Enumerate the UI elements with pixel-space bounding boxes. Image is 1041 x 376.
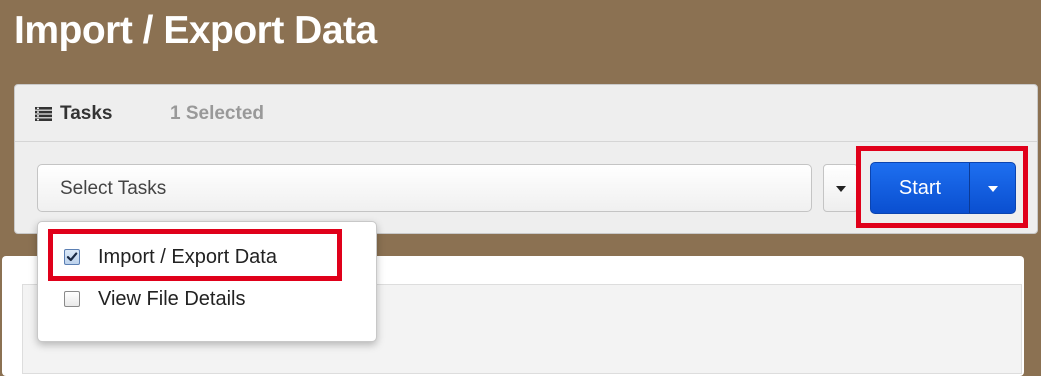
tasks-header: Tasks 1 Selected <box>15 85 1037 142</box>
selected-count: 1 Selected <box>170 103 264 124</box>
tasks-label: Tasks <box>60 103 113 124</box>
list-icon <box>35 107 52 121</box>
caret-down-icon <box>987 186 998 192</box>
select-tasks-dropdown[interactable]: Select Tasks <box>37 164 812 212</box>
menu-item-view-file-details[interactable]: View File Details <box>38 280 376 318</box>
select-tasks-value: Select Tasks <box>60 178 167 199</box>
menu-item-label: View File Details <box>98 288 246 310</box>
start-button-group: Start <box>870 162 1016 214</box>
checkbox-view-file-details[interactable] <box>64 291 80 307</box>
caret-down-icon <box>835 186 846 192</box>
start-button[interactable]: Start <box>871 163 969 213</box>
page-title: Import / Export Data <box>14 9 377 52</box>
start-dropdown-button[interactable] <box>970 163 1015 213</box>
import-highlight-box <box>48 229 342 281</box>
select-tasks-toggle[interactable] <box>823 164 858 212</box>
